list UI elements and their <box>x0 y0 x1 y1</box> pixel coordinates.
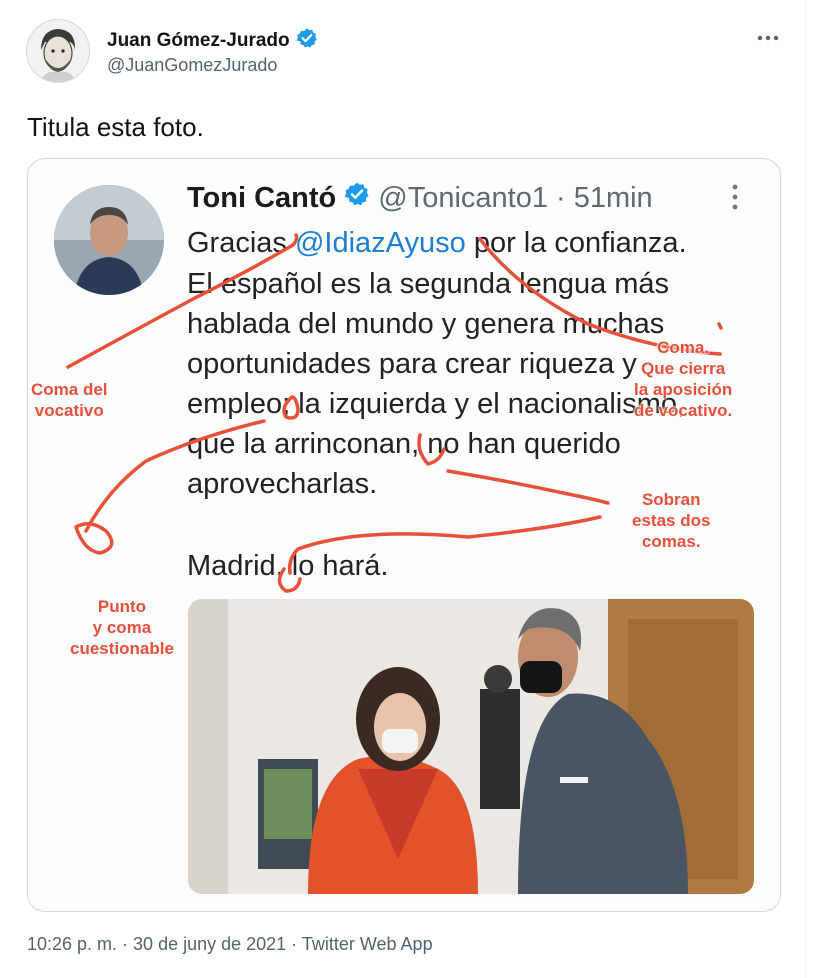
author-handle[interactable]: @JuanGomezJurado <box>107 55 277 76</box>
annotation-coma-cierra: Coma. Que cierra la aposición de vocativ… <box>634 338 733 420</box>
more-horizontal-icon[interactable] <box>755 25 781 51</box>
annotation-coma-vocativo: Coma del vocativo <box>31 380 108 420</box>
annotation-punto-coma: Punto y coma cuestionable <box>70 597 174 658</box>
tweet-text: Titula esta foto. <box>27 112 204 142</box>
tweet-media-image[interactable]: Toni Cantó @Tonicanto1 · 51min Gracias @… <box>27 158 781 912</box>
verified-badge-icon <box>296 27 318 54</box>
annotation-sobran: Sobran estas dos comas. <box>632 490 711 551</box>
author-avatar[interactable] <box>26 19 90 83</box>
author-name[interactable]: Juan Gómez-Jurado <box>107 30 290 52</box>
timeline-divider <box>805 0 806 978</box>
tweet-timestamp[interactable]: 10:26 p. m. · 30 de juny de 2021 · Twitt… <box>27 934 433 955</box>
